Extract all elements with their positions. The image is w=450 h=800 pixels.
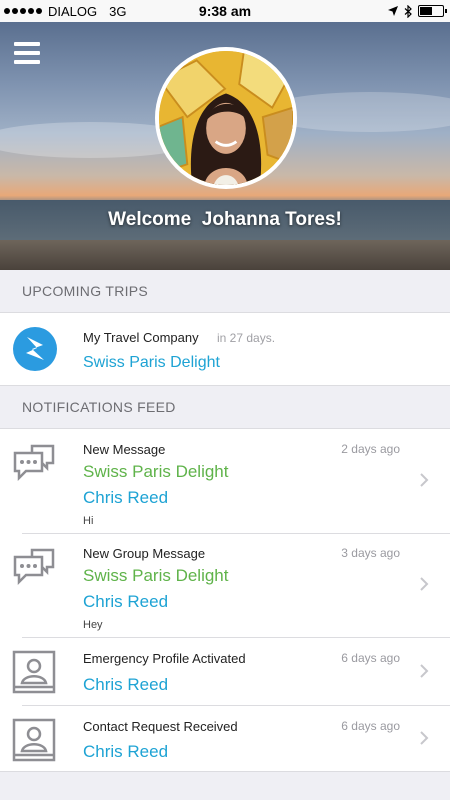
notification-trip[interactable]: Swiss Paris Delight xyxy=(83,566,229,586)
menu-icon[interactable] xyxy=(14,42,40,64)
avatar[interactable] xyxy=(155,47,297,189)
chevron-right-icon xyxy=(420,473,429,487)
trip-name[interactable]: Swiss Paris Delight xyxy=(83,354,220,372)
status-bar: DIALOG 3G 9:38 am xyxy=(0,0,450,22)
chevron-right-icon xyxy=(420,577,429,591)
chat-icon xyxy=(13,548,55,586)
welcome-text: Welcome Johanna Tores! xyxy=(108,209,342,230)
notification-title: Emergency Profile Activated xyxy=(83,651,246,666)
notification-time: 2 days ago xyxy=(341,442,400,456)
company-logo-icon xyxy=(13,327,57,371)
notification-title: Contact Request Received xyxy=(83,719,238,734)
notifications-header: NOTIFICATIONS FEED xyxy=(22,399,176,415)
bluetooth-icon xyxy=(404,4,412,18)
notification-time: 6 days ago xyxy=(341,719,400,733)
notification-message: Hi xyxy=(83,515,94,527)
battery-icon xyxy=(418,5,447,17)
chat-icon xyxy=(13,444,55,482)
upcoming-trips-header: UPCOMING TRIPS xyxy=(22,283,149,299)
notification-title: New Group Message xyxy=(83,546,206,561)
notification-trip[interactable]: Swiss Paris Delight xyxy=(83,462,229,482)
trip-row[interactable]: My Travel Company in 27 days. Swiss Pari… xyxy=(0,312,450,386)
trip-company: My Travel Company xyxy=(83,330,199,345)
notification-time: 6 days ago xyxy=(341,651,400,665)
status-time: 9:38 am xyxy=(198,3,252,19)
contact-card-icon xyxy=(12,650,56,694)
notification-person[interactable]: Chris Reed xyxy=(83,742,168,762)
notification-item[interactable]: New Message 2 days ago Swiss Paris Delig… xyxy=(0,429,450,533)
notification-item[interactable]: New Group Message 3 days ago Swiss Paris… xyxy=(0,533,450,637)
notification-title: New Message xyxy=(83,442,166,457)
profile-header: Welcome Johanna Tores! xyxy=(0,22,450,270)
notification-time: 3 days ago xyxy=(341,546,400,560)
notification-item[interactable]: Contact Request Received 6 days ago Chri… xyxy=(0,705,450,771)
notification-message: Hey xyxy=(83,619,103,631)
location-arrow-icon xyxy=(388,6,398,16)
notification-item[interactable]: Emergency Profile Activated 6 days ago C… xyxy=(0,637,450,705)
contact-card-icon xyxy=(12,718,56,762)
notification-person[interactable]: Chris Reed xyxy=(83,675,168,695)
chevron-right-icon xyxy=(420,731,429,745)
trip-days: in 27 days. xyxy=(217,331,276,345)
notification-person[interactable]: Chris Reed xyxy=(83,592,168,612)
chevron-right-icon xyxy=(420,664,429,678)
notifications-feed: New Message 2 days ago Swiss Paris Delig… xyxy=(0,428,450,772)
notification-person[interactable]: Chris Reed xyxy=(83,488,168,508)
